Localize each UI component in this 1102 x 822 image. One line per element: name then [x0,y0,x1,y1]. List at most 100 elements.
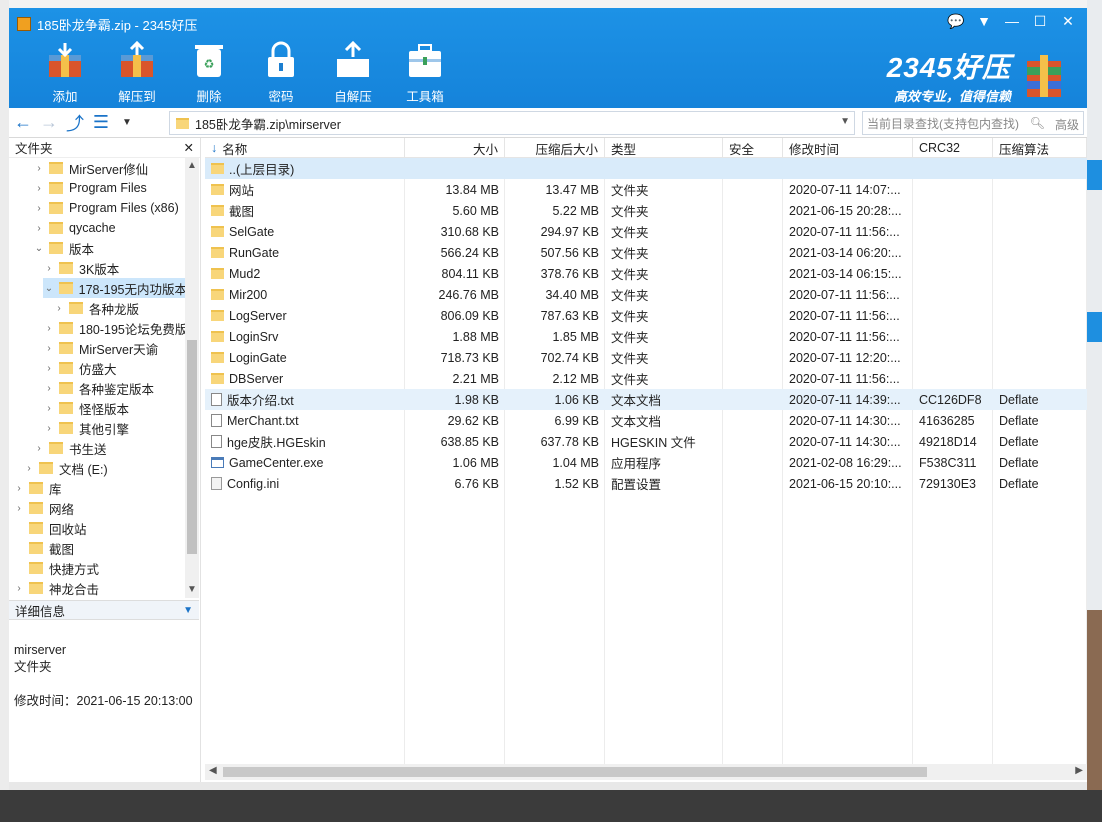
tree-item[interactable]: › Program Files [33,178,146,198]
self-extract-button[interactable]: 自解压 [325,40,381,105]
table-row[interactable]: Mir200 246.76 MB 34.40 MB 文件夹 2020-07-11 11:… [205,284,1087,305]
menu-icon[interactable]: ▼ [973,10,995,32]
column-header[interactable]: 修改时间 [783,138,913,158]
column-header[interactable]: ↓ 名称 [205,138,405,158]
tree-item[interactable]: › 文档 (E:) [23,458,108,478]
view-mode-icon[interactable]: ☰ [89,111,113,135]
add-button[interactable]: 添加 [37,40,93,105]
collapsed-arrow-icon[interactable]: › [53,303,65,314]
column-header[interactable]: CRC32 [913,138,993,158]
collapsed-arrow-icon[interactable]: › [43,323,55,334]
column-header[interactable]: 安全 [723,138,783,158]
collapsed-arrow-icon[interactable]: › [13,483,25,494]
scrollbar-thumb[interactable] [187,340,197,554]
table-row[interactable]: 版本介绍.txt 1.98 KB 1.06 KB 文本文档 2020-07-11 14:… [205,389,1087,410]
tree-item[interactable]: › MirServer天谕 [43,338,158,358]
table-row[interactable]: RunGate 566.24 KB 507.56 KB 文件夹 2021-03-14 0… [205,242,1087,263]
tree-item[interactable]: › 神龙合击 [13,578,99,598]
scroll-down-icon[interactable]: ▼ [187,584,197,595]
table-row[interactable]: Config.ini 6.76 KB 1.52 KB 配置设置 2021-06-15 2… [205,473,1087,494]
delete-button[interactable]: ♻ 删除 [181,40,237,105]
tree-item[interactable]: › Program Files (x86) [33,198,178,218]
tree-item[interactable]: › 3K版本 [43,258,119,278]
back-arrow-icon[interactable]: ← [11,111,35,135]
table-row[interactable]: SelGate 310.68 KB 294.97 KB 文件夹 2020-07-11 1… [205,221,1087,242]
table-row[interactable]: ..(上层目录) [205,158,1087,179]
collapsed-arrow-icon[interactable]: › [43,403,55,414]
column-header[interactable]: 大小 [405,138,505,158]
forward-arrow-icon[interactable]: → [37,111,61,135]
column-header[interactable]: 压缩算法 [993,138,1087,158]
horizontal-scrollbar[interactable]: ◀ ▶ [205,764,1087,780]
maximize-button[interactable]: ☐ [1029,10,1051,32]
minimize-button[interactable]: — [1001,10,1023,32]
hscroll-thumb[interactable] [223,767,927,777]
scroll-right-icon[interactable]: ▶ [1075,765,1083,776]
tree-item[interactable]: › qycache [33,218,115,238]
toolbox-button[interactable]: 工具箱 [397,40,453,105]
collapsed-arrow-icon[interactable]: › [33,163,45,174]
tree-item[interactable]: 回收站 [13,518,87,538]
tree-item[interactable]: › 其他引擎 [43,418,129,438]
tree-item[interactable]: › 各种鉴定版本 [43,378,154,398]
table-row[interactable]: DBServer 2.21 MB 2.12 MB 文件夹 2020-07-11 11:5… [205,368,1087,389]
collapsed-arrow-icon[interactable]: › [33,443,45,454]
tree-item[interactable]: › 书生送 [33,438,107,458]
search-input[interactable]: 当前目录查找(支持包内查找) 🔍︎ 高级 [862,111,1084,135]
table-row[interactable]: Mud2 804.11 KB 378.76 KB 文件夹 2021-03-14 06:1… [205,263,1087,284]
collapsed-arrow-icon[interactable]: › [43,363,55,374]
collapse-icon[interactable]: ▼ [183,605,193,616]
table-row[interactable]: LogServer 806.09 KB 787.63 KB 文件夹 2020-07-11… [205,305,1087,326]
search-icon[interactable]: 🔍︎ [1030,116,1045,130]
tree-item[interactable]: › 怪怪版本 [43,398,129,418]
extract-to-button[interactable]: 解压到 [109,40,165,105]
expanded-arrow-icon[interactable]: ⌄ [43,283,55,294]
tree-item[interactable]: › MirServer修仙 [33,158,148,178]
scroll-up-icon[interactable]: ▲ [187,160,197,171]
column-header[interactable]: 类型 [605,138,723,158]
tree-item[interactable]: ⌄ 版本 [33,238,94,258]
table-row[interactable]: LoginSrv 1.88 MB 1.85 MB 文件夹 2020-07-11 11:5… [205,326,1087,347]
table-row[interactable]: MerChant.txt 29.62 KB 6.99 KB 文本文档 2020-07-1… [205,410,1087,431]
close-button[interactable]: ✕ [1057,10,1079,32]
view-dropdown-icon[interactable]: ▼ [115,111,139,135]
collapsed-arrow-icon[interactable]: › [13,583,25,594]
collapsed-arrow-icon[interactable]: › [33,223,45,234]
collapsed-arrow-icon[interactable]: › [33,183,45,194]
table-row[interactable]: GameCenter.exe 1.06 MB 1.04 MB 应用程序 2021-02-… [205,452,1087,473]
path-dropdown-icon[interactable]: ▼ [840,116,850,127]
collapsed-arrow-icon[interactable]: › [33,203,45,214]
password-button[interactable]: 密码 [253,40,309,105]
folder-icon [211,352,224,363]
collapsed-arrow-icon[interactable]: › [23,463,35,474]
tree-scrollbar[interactable]: ▲ ▼ [185,158,199,598]
expanded-arrow-icon[interactable]: ⌄ [33,243,45,254]
collapsed-arrow-icon[interactable]: › [43,263,55,274]
tree-item[interactable]: › 网络 [13,498,74,518]
tree-item[interactable]: › 库 [13,478,62,498]
tree-item[interactable]: 快捷方式 [13,558,99,578]
table-cell: 文件夹 [611,352,649,366]
tree-item[interactable]: 截图 [13,538,74,558]
close-pane-icon[interactable]: ✕ [184,140,194,155]
table-row[interactable]: 截图 5.60 MB 5.22 MB 文件夹 2021-06-15 20:28:... [205,200,1087,221]
table-row[interactable]: LoginGate 718.73 KB 702.74 KB 文件夹 2020-07-11… [205,347,1087,368]
column-header[interactable]: 压缩后大小 [505,138,605,158]
collapsed-arrow-icon[interactable]: › [43,423,55,434]
details-header[interactable]: 详细信息 ▼ [9,600,199,620]
collapsed-arrow-icon[interactable]: › [43,383,55,394]
tree-item[interactable]: ⌄ 178-195无内功版本 [43,278,187,298]
tree-item[interactable]: › 180-195论坛免费版 [43,318,187,338]
table-row[interactable]: hge皮肤.HGEskin 638.85 KB 637.78 KB HGESKIN 文… [205,431,1087,452]
path-field[interactable]: 185卧龙争霸.zip\mirserver ▼ [169,111,855,135]
advanced-search-link[interactable]: 高级 [1055,116,1079,133]
tree-item[interactable]: › 各种龙版 [53,298,139,318]
add-archive-icon [45,40,85,80]
feedback-icon[interactable]: 💬 [945,10,967,32]
scroll-left-icon[interactable]: ◀ [209,765,217,776]
collapsed-arrow-icon[interactable]: › [13,503,25,514]
collapsed-arrow-icon[interactable]: › [43,343,55,354]
up-folder-icon[interactable]: ⤴ [63,111,87,135]
table-row[interactable]: 网站 13.84 MB 13.47 MB 文件夹 2020-07-11 14:07:..… [205,179,1087,200]
tree-item[interactable]: › 仿盛大 [43,358,117,378]
